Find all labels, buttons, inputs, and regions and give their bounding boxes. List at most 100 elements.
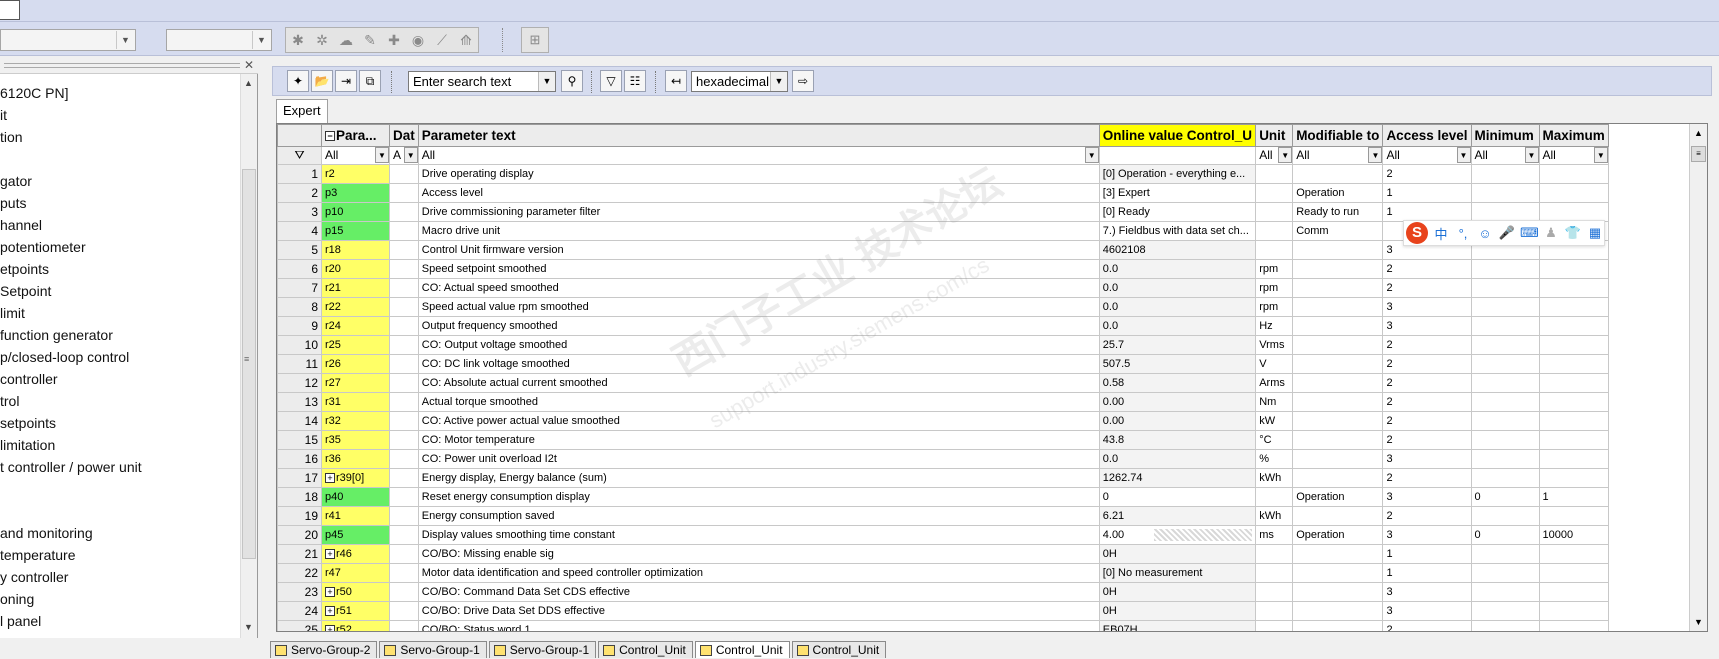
tree-item[interactable]: oning [0,588,238,610]
table-row[interactable]: 13 r31 Actual torque smoothed 0.00 Nm 2 [277,392,1609,412]
chevron-down-icon[interactable]: ▼ [1456,147,1471,163]
punctuation-icon[interactable]: °, [1454,226,1472,241]
column-header-unit[interactable]: Unit [1255,124,1294,147]
chevron-down-icon[interactable]: ▼ [1593,147,1608,163]
user-icon[interactable]: ♟ [1542,225,1560,241]
param-number[interactable]: r32 [321,411,390,431]
param-number[interactable]: r27 [321,373,390,393]
chevron-down-icon[interactable]: ▼ [1278,147,1292,163]
table-row[interactable]: 1 r2 Drive operating display [0] Operation … [277,164,1609,184]
tree-item[interactable]: potentiometer [0,236,238,258]
tree-item[interactable]: setpoints [0,412,238,434]
network-icon[interactable]: ⊞ [521,27,549,53]
tool-icon[interactable]: ✲ [310,28,334,52]
filter-settings-icon[interactable]: ☷ [624,70,646,92]
column-header-online-value[interactable]: Online value Control_U [1098,124,1257,147]
column-header-max[interactable]: Maximum [1538,124,1609,147]
scroll-up-icon[interactable]: ▲ [244,78,253,88]
apply-format-icon[interactable]: ⇨ [792,70,814,92]
tool-icon[interactable]: ✚ [382,28,406,52]
tree-item[interactable]: trol [0,390,238,412]
chevron-down-icon[interactable]: ▼ [1368,147,1382,163]
param-number[interactable]: r47 [321,563,390,583]
tool-icon[interactable]: ✱ [286,28,310,52]
column-header-param[interactable]: − Para... [321,124,390,147]
column-header-access[interactable]: Access level [1382,124,1472,147]
window-tab[interactable]: Servo-Group-1 [379,641,487,658]
microphone-icon[interactable]: 🎤 [1498,225,1516,241]
filter-modifiable[interactable]: All ▼ [1292,146,1384,165]
emoji-icon[interactable]: ☺ [1476,226,1494,241]
param-number[interactable]: r36 [321,449,390,469]
new-icon[interactable]: ✦ [287,70,309,92]
table-row[interactable]: 12 r27 CO: Absolute actual current smoothe… [277,373,1609,393]
chinese-mode-icon[interactable]: 中 [1432,224,1450,243]
chevron-down-icon[interactable]: ▼ [1524,147,1539,163]
scroll-down-icon[interactable]: ▼ [1694,617,1703,627]
online-value[interactable]: 4.00 [1098,525,1257,545]
filter-param[interactable]: All ▼ [321,146,390,165]
param-number[interactable]: r26 [321,354,390,374]
number-format-select[interactable]: hexadecimal ▼ [691,71,788,92]
param-number[interactable]: p45 [321,525,390,545]
table-row[interactable]: 7 r21 CO: Actual speed smoothed 0.0 rpm 2 [277,278,1609,298]
tree-item[interactable] [0,148,238,170]
window-tab[interactable]: Servo-Group-2 [270,641,378,658]
tree-item[interactable]: hannel [0,214,238,236]
collapse-icon[interactable]: − [325,131,335,142]
compare-icon[interactable]: ⧉ [359,70,381,92]
tool-icon[interactable]: ✎ [358,28,382,52]
param-number[interactable]: r24 [321,316,390,336]
tree-item[interactable]: temperature [0,544,238,566]
param-number[interactable]: + r50 [321,582,390,602]
param-number[interactable]: r20 [321,259,390,279]
search-input[interactable]: Enter search text ▼ [408,71,556,92]
chevron-down-icon[interactable]: ▼ [1084,147,1099,163]
table-row[interactable]: 16 r36 CO: Power unit overload I2t 0.0% 3 [277,449,1609,469]
online-value[interactable]: [0] Ready [1098,202,1257,222]
sogou-logo-icon[interactable]: S [1406,222,1428,244]
table-row[interactable]: 17 + r39[0] Energy display, Energy balance … [277,468,1609,488]
table-row[interactable]: 24 + r51 CO/BO: Drive Data Set DDS effectiv… [277,601,1609,621]
filter-min[interactable]: All ▼ [1470,146,1540,165]
scroll-thumb[interactable] [242,169,256,559]
column-header-text[interactable]: Parameter text [417,124,1100,147]
table-row[interactable]: 25 + r52 CO/BO: Status word 1 EB07H 2 [277,620,1609,631]
skin-icon[interactable]: 👕 [1564,225,1582,241]
scroll-up-icon[interactable]: ▲ [1694,128,1703,138]
column-header-data[interactable]: Dat [389,124,419,147]
tool-icon[interactable]: ⟋ [430,28,454,52]
tree-item[interactable]: 6120C PN] [0,82,238,104]
binoculars-icon[interactable]: ⚲ [561,70,583,92]
back-arrow-icon[interactable]: ↤ [665,70,687,92]
param-number[interactable]: r21 [321,278,390,298]
keyboard-icon[interactable]: ⌨ [1520,225,1539,241]
tree-item[interactable]: and monitoring [0,522,238,544]
table-row[interactable]: 3 p10 Drive commissioning parameter filter… [277,202,1609,222]
window-tab[interactable]: Servo-Group-1 [488,641,597,658]
param-number[interactable]: r2 [321,164,390,184]
param-number[interactable]: r35 [321,430,390,450]
table-row[interactable]: 18 p40 Reset energy consumption display 0 Op… [277,487,1609,507]
window-tab[interactable]: Control_Unit [694,641,790,658]
param-number[interactable]: + r46 [321,544,390,564]
scroll-down-icon[interactable]: ▼ [244,622,253,632]
table-row[interactable]: 9 r24 Output frequency smoothed 0.0 Hz 3 [277,316,1609,336]
chevron-down-icon[interactable]: ▼ [770,72,787,91]
chevron-down-icon[interactable]: ▼ [538,72,555,91]
tree-item[interactable]: Setpoint [0,280,238,302]
window-tab[interactable]: Control_Unit [791,641,887,658]
tree-item[interactable]: it [0,104,238,126]
table-row[interactable]: 15 r35 CO: Motor temperature 43.8 °C 2 [277,430,1609,450]
filter-access[interactable]: All ▼ [1382,146,1472,165]
tree-item[interactable]: p/closed-loop control [0,346,238,368]
param-number[interactable]: r41 [321,506,390,526]
online-value[interactable]: [3] Expert [1098,183,1257,203]
column-header-min[interactable]: Minimum [1470,124,1540,147]
project-combo[interactable]: ▼ [0,29,136,51]
table-row[interactable]: 14 r32 CO: Active power actual value smoot… [277,411,1609,431]
tree-item[interactable]: controller [0,368,238,390]
table-row[interactable]: 11 r26 CO: DC link voltage smoothed 507.5 V 2 [277,354,1609,374]
filter-max[interactable]: All ▼ [1538,146,1609,165]
grid-menu-icon[interactable]: ▦ [1586,225,1604,241]
